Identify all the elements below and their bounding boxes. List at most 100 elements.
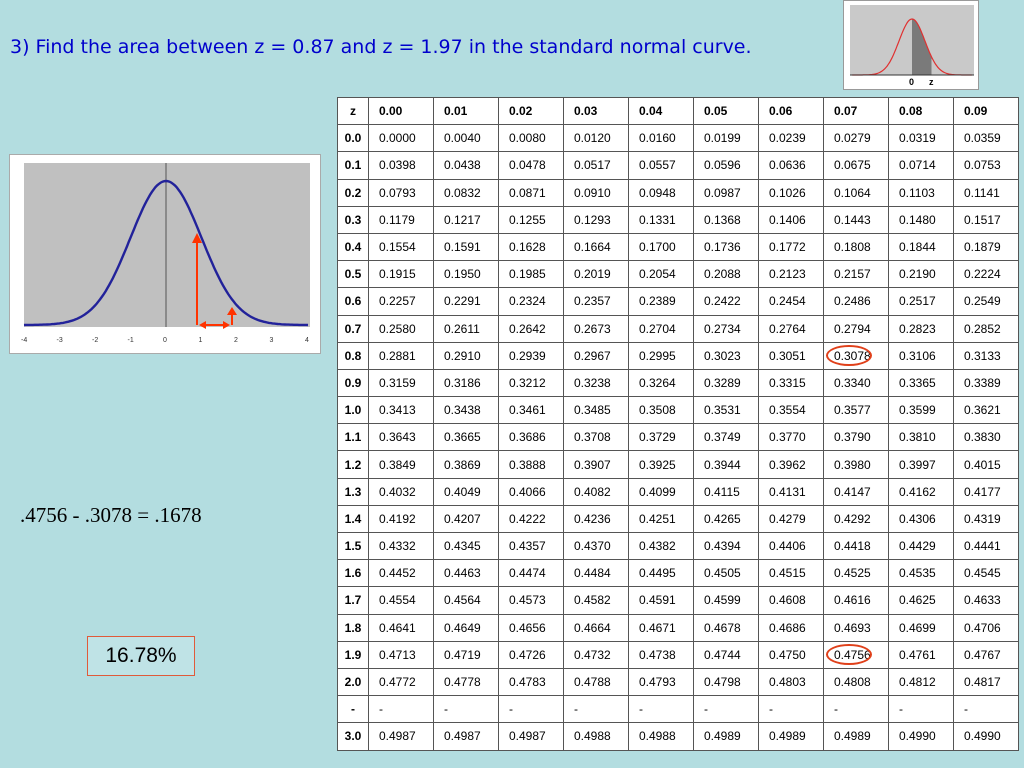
z-table-column-header: 0.00 [368, 96, 434, 126]
z-table-cell: 0.4738 [628, 640, 694, 669]
z-table-cell: 0.4505 [693, 559, 759, 588]
z-table-cell: 0.1554 [368, 232, 434, 262]
z-table-cell: 0.4441 [953, 531, 1019, 561]
z-table-cell: 0.4564 [433, 586, 499, 615]
z-table-cell: - [368, 695, 434, 724]
z-table-cell: 0.2357 [563, 287, 629, 316]
table-row: 0.8 0.2881 0.2910 0.2939 0.2967 0.2995 0.3023 0… [337, 341, 1019, 370]
table-row: ----------- [337, 695, 1019, 724]
z-table-cell: 0.3106 [888, 341, 954, 370]
z-table-cell: 0.3888 [498, 450, 564, 479]
z-table: z 0.00 0.01 0.02 0.03 0.04 0.05 0.06 0.07 0.08 0.… [337, 96, 1019, 751]
z-table-cell: 0.1103 [888, 178, 954, 207]
z-table-cell: 0.2611 [433, 314, 499, 343]
z-table-cell: 0.0910 [563, 178, 629, 207]
z-table-cell: 0.0793 [368, 178, 434, 207]
z-table-cell: 0.4545 [953, 559, 1019, 588]
z-table-cell: 0.2190 [888, 260, 954, 289]
z-table-cell: 0.1915 [368, 260, 434, 289]
z-table-row-header: 1.7 [337, 586, 369, 615]
z-table-cell: 0.3790 [823, 423, 889, 452]
z-table-row-header: 1.4 [337, 504, 369, 534]
z-table-cell: 0.2454 [758, 287, 824, 316]
z-table-cell: 0.4162 [888, 477, 954, 506]
z-table-cell: 0.3665 [433, 423, 499, 452]
z-table-cell: 0.2967 [563, 341, 629, 370]
z-table-cell: 0.2291 [433, 287, 499, 316]
z-table-cell: 0.3770 [758, 423, 824, 452]
z-table-cell: 0.3810 [888, 423, 954, 452]
z-table-cell: 0.3686 [498, 423, 564, 452]
z-table-row-header: 1.2 [337, 450, 369, 479]
z-table-cell: 0.3849 [368, 450, 434, 479]
z-table-cell: 0.3340 [823, 368, 889, 398]
z-table-cell: 0.4394 [693, 531, 759, 561]
z-table-cell: 0.4732 [563, 640, 629, 669]
z-table-cell: 0.0199 [693, 124, 759, 153]
z-table-cell: 0.1480 [888, 205, 954, 234]
z-table-cell: 0.0714 [888, 151, 954, 180]
z-table-cell: 0.4525 [823, 559, 889, 588]
table-row: 0.6 0.2257 0.2291 0.2324 0.2357 0.2389 0.2422 0… [337, 287, 1019, 316]
z-table-cell: 0.4699 [888, 613, 954, 642]
z-table-cell: 0.4265 [693, 504, 759, 534]
z-table-cell: 0.4803 [758, 667, 824, 697]
z-table-cell: 0.4207 [433, 504, 499, 534]
z-table-row-header: 2.0 [337, 667, 369, 697]
z-table-cell: 0.4988 [628, 722, 694, 751]
z-table-row-header: 0.7 [337, 314, 369, 343]
table-row: 0.2 0.0793 0.0832 0.0871 0.0910 0.0948 0.0987 0… [337, 178, 1019, 207]
z-table-cell: 0.2517 [888, 287, 954, 316]
z-table-cell: 0.0675 [823, 151, 889, 180]
table-row: 0.9 0.3159 0.3186 0.3212 0.3238 0.3264 0.3289 0… [337, 368, 1019, 398]
z-table-cell: 0.0319 [888, 124, 954, 153]
z-table-row-header: 0.5 [337, 260, 369, 289]
z-table-cell: 0.3186 [433, 368, 499, 398]
z-table-cell: 0.1141 [953, 178, 1019, 207]
z-table-cell: 0.2257 [368, 287, 434, 316]
z-table-cell: 0.4370 [563, 531, 629, 561]
z-table-cell: 0.0080 [498, 124, 564, 153]
z-table-cell: 0.4279 [758, 504, 824, 534]
z-table-cell: 0.0517 [563, 151, 629, 180]
z-table-cell: 0.4032 [368, 477, 434, 506]
z-table-cell: 0.0398 [368, 151, 434, 180]
z-table-row-header: 1.5 [337, 531, 369, 561]
z-table-cell: 0.2852 [953, 314, 1019, 343]
z-table-cell: 0.4693 [823, 613, 889, 642]
z-table-cell: 0.3413 [368, 396, 434, 425]
z-table-cell: 0.0359 [953, 124, 1019, 153]
z-table-cell: 0.4990 [888, 722, 954, 751]
z-table-cell: 0.3531 [693, 396, 759, 425]
z-table-cell: 0.3438 [433, 396, 499, 425]
z-table-cell: 0.2486 [823, 287, 889, 316]
z-table-row-header: 1.9 [337, 640, 369, 669]
z-table-row-header: 0.4 [337, 232, 369, 262]
z-table-cell: 0.4778 [433, 667, 499, 697]
z-table-cell: 0.4495 [628, 559, 694, 588]
graph-chart: -4 -3 -2 -1 0 1 2 3 4 [21, 163, 310, 344]
z-table-cell: 0.4236 [563, 504, 629, 534]
z-table-cell: 0.0753 [953, 151, 1019, 180]
z-table-cell: 0.3461 [498, 396, 564, 425]
z-table-cell: 0.4772 [368, 667, 434, 697]
z-table-cell: 0.4474 [498, 559, 564, 588]
z-table-cell: 0.4099 [628, 477, 694, 506]
z-table-row-header: 0.1 [337, 151, 369, 180]
z-table-cell: 0.4147 [823, 477, 889, 506]
z-table-cell: 0.4726 [498, 640, 564, 669]
z-table-row-header: 0.3 [337, 205, 369, 234]
z-table-cell: 0.4591 [628, 586, 694, 615]
z-table-cell: 0.0557 [628, 151, 694, 180]
z-table-cell: 0.3159 [368, 368, 434, 398]
graph-x-tick-label: -3 [57, 337, 63, 344]
table-row: 0.3 0.1179 0.1217 0.1255 0.1293 0.1331 0.1368 0… [337, 205, 1019, 234]
z-table-cell: 0.0987 [693, 178, 759, 207]
table-row: 0.7 0.2580 0.2611 0.2642 0.2673 0.2704 0.2734 0… [337, 314, 1019, 343]
z-table-cell: 0.4452 [368, 559, 434, 588]
z-table-cell: - [823, 695, 889, 724]
z-table-cell: 0.0596 [693, 151, 759, 180]
z-table-cell: 0.3389 [953, 368, 1019, 398]
z-table-cell: 0.4177 [953, 477, 1019, 506]
subtraction-equation: .4756 - .3078 = .1678 [20, 503, 202, 527]
